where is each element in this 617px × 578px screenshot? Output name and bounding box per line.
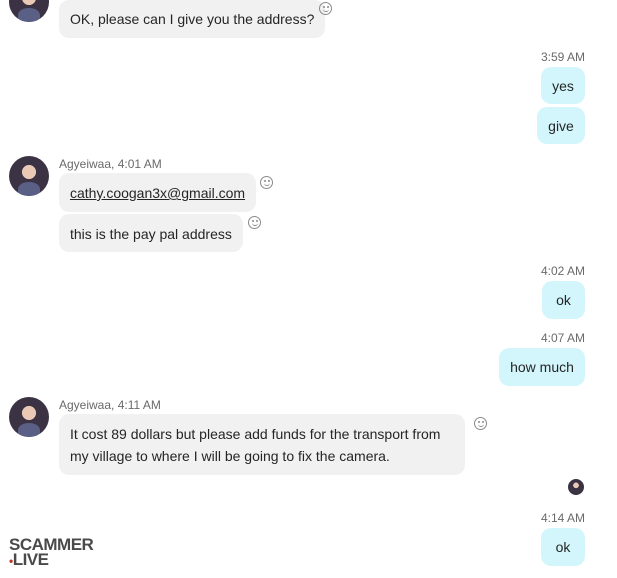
smiley-reaction-icon[interactable] bbox=[474, 417, 487, 430]
contact-avatar[interactable] bbox=[9, 156, 49, 196]
outgoing-message: ok bbox=[541, 528, 585, 566]
incoming-message: this is the pay pal address bbox=[59, 214, 243, 252]
sender-and-time: Agyeiwaa, 4:11 AM bbox=[59, 398, 161, 412]
message-text: give bbox=[548, 118, 574, 134]
seen-avatar-icon bbox=[568, 479, 584, 495]
message-text: yes bbox=[552, 78, 574, 94]
smiley-reaction-icon[interactable] bbox=[260, 176, 273, 189]
message-text: ok bbox=[555, 539, 571, 555]
sender-and-time: Agyeiwaa, 4:01 AM bbox=[59, 157, 162, 171]
email-link[interactable]: cathy.coogan3x@gmail.com bbox=[70, 185, 245, 201]
incoming-message: OK, please can I give you the address? bbox=[59, 0, 326, 38]
message-text: how much bbox=[510, 359, 574, 375]
message-timestamp: 3:59 AM bbox=[540, 50, 585, 64]
contact-avatar[interactable] bbox=[9, 0, 49, 22]
message-timestamp: 4:02 AM bbox=[540, 264, 585, 278]
message-timestamp: 4:14 AM bbox=[540, 511, 585, 525]
message-text: ok bbox=[556, 292, 571, 308]
smiley-reaction-icon[interactable] bbox=[319, 2, 332, 15]
message-line: It cost 89 dollars but please add funds … bbox=[70, 426, 441, 442]
incoming-message: It cost 89 dollars but please add funds … bbox=[59, 414, 465, 475]
smiley-reaction-icon[interactable] bbox=[248, 216, 261, 229]
outgoing-message: give bbox=[537, 107, 585, 144]
scammer-live-logo: SCAMMER •LIVE bbox=[9, 536, 94, 569]
outgoing-message: yes bbox=[541, 67, 585, 104]
contact-avatar[interactable] bbox=[9, 397, 49, 437]
logo-line-2: •LIVE bbox=[9, 550, 93, 569]
outgoing-message: ok bbox=[542, 281, 585, 319]
message-line: my village to where I will be going to f… bbox=[70, 448, 390, 464]
message-text: this is the pay pal address bbox=[70, 226, 232, 242]
incoming-message: cathy.coogan3x@gmail.com bbox=[59, 173, 257, 212]
message-text: OK, please can I give you the address? bbox=[70, 11, 315, 27]
logo-word: LIVE bbox=[12, 550, 49, 569]
message-timestamp: 4:07 AM bbox=[540, 331, 585, 345]
outgoing-message: how much bbox=[499, 348, 585, 386]
